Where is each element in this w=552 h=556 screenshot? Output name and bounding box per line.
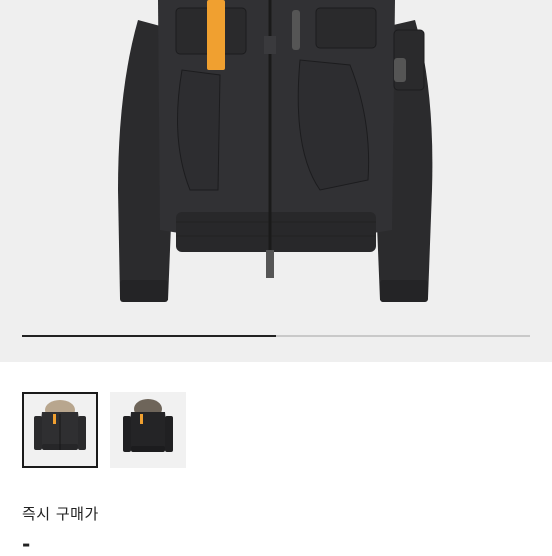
thumbnail-1[interactable] bbox=[22, 392, 98, 468]
jacket-main-image bbox=[118, 0, 433, 302]
product-image-viewer[interactable] bbox=[0, 0, 552, 362]
instant-buy-price-value: - bbox=[22, 532, 31, 556]
jacket-dark-fur-hood-thumbnail bbox=[123, 399, 173, 452]
gallery-progress-fill bbox=[22, 335, 276, 337]
thumbnail-2[interactable] bbox=[110, 392, 186, 468]
instant-buy-price-label: 즉시 구매가 bbox=[22, 505, 99, 523]
gallery-progress-bar bbox=[22, 335, 530, 337]
jacket-fur-hood-thumbnail bbox=[34, 400, 86, 450]
